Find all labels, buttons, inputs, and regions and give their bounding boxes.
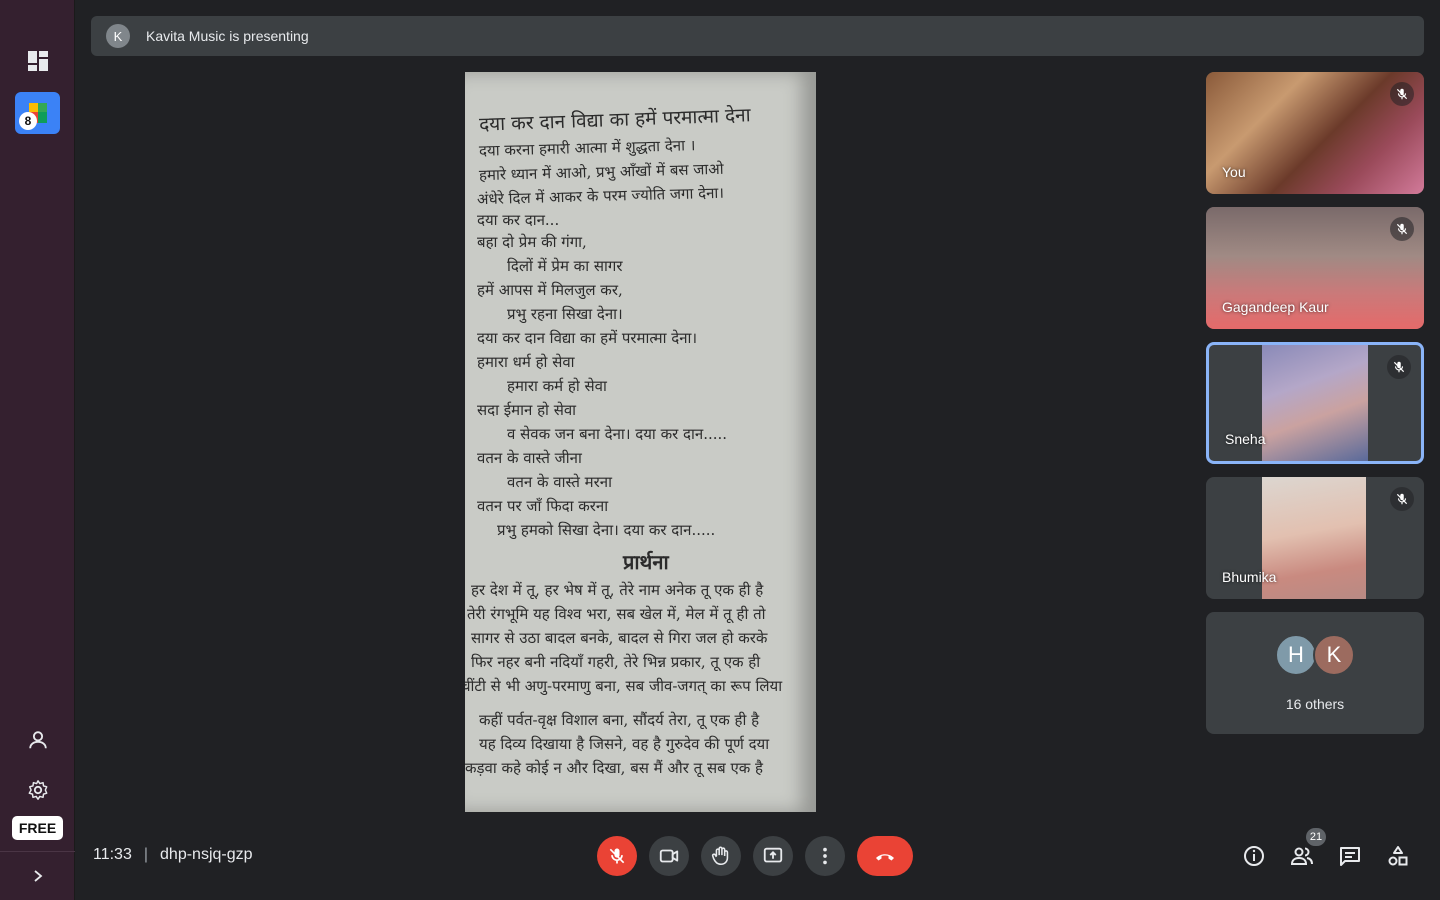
document-line: दया करना हमारी आत्मा में शुद्धता देना ।	[478, 136, 696, 160]
chat-button[interactable]	[1334, 840, 1366, 872]
document-line: यह दिव्य दिखाया है जिसने, वह है गुरुदेव …	[479, 735, 770, 753]
meeting-code[interactable]: dhp-nsjq-gzp	[160, 846, 253, 864]
document-line: बहा दो प्रेम की गंगा,	[477, 233, 587, 251]
present-screen-button[interactable]	[753, 836, 793, 876]
gear-icon[interactable]	[20, 772, 56, 808]
participant-name: You	[1222, 164, 1246, 180]
meeting-time: 11:33	[93, 846, 132, 863]
document-line: हमारा कर्म हो सेवा	[507, 377, 607, 395]
document-line: सागर से उठा बादल बनके, बादल से गिरा जल ह…	[471, 629, 768, 647]
presenting-banner: K Kavita Music is presenting	[91, 16, 1424, 56]
present-icon	[763, 847, 783, 863]
meeting-info: 11:33 | dhp-nsjq-gzp	[93, 846, 253, 864]
participant-video	[1262, 345, 1368, 461]
participant-tile-bhumika[interactable]: Bhumika	[1206, 477, 1424, 599]
document-line: हमारे ध्यान में आओ, प्रभु आँखों में बस ज…	[478, 159, 724, 185]
raise-hand-button[interactable]	[701, 836, 741, 876]
document-line: वतन पर जाँ फिदा करना	[477, 497, 609, 515]
document-line: दिलों में प्रेम का सागर	[507, 257, 623, 275]
document-line: वतन के वास्ते मरना	[507, 473, 612, 491]
document-line: तेरी रंगभूमि यह विश्व भरा, सब खेल में, म…	[467, 605, 766, 623]
participant-tile-sneha[interactable]: Sneha	[1206, 342, 1424, 464]
app-badge-count: 8	[19, 112, 37, 130]
document-title: दया कर दान विद्या का हमें परमात्मा देना	[478, 104, 751, 136]
meet-app-button[interactable]: 8	[15, 92, 60, 134]
mic-off-icon	[1390, 487, 1414, 511]
document-line: चींटी से भी अणु-परमाणु बना, सब जीव-जगत् …	[465, 677, 783, 695]
others-tile[interactable]: H K 16 others	[1206, 612, 1424, 734]
mic-off-icon	[1390, 82, 1414, 106]
people-button[interactable]: 21	[1286, 828, 1326, 872]
presenter-avatar: K	[106, 24, 130, 48]
participant-name: Sneha	[1225, 431, 1266, 447]
document-line: प्रभु रहना सिखा देना।	[507, 305, 623, 323]
document-heading: प्रार्थना	[623, 550, 669, 574]
participant-name: Gagandeep Kaur	[1222, 299, 1329, 315]
leave-call-button[interactable]	[857, 836, 913, 876]
camera-toggle-button[interactable]	[649, 836, 689, 876]
people-icon	[1290, 847, 1313, 865]
activities-button[interactable]	[1382, 840, 1414, 872]
meeting-separator: |	[143, 846, 149, 863]
chevron-right-icon[interactable]	[20, 858, 56, 894]
others-avatars: H K	[1206, 634, 1424, 676]
info-icon	[1244, 846, 1264, 866]
document-line: दया कर दान...	[477, 211, 560, 229]
dashboard-icon[interactable]	[20, 43, 56, 79]
shared-screen-document: दया कर दान विद्या का हमें परमात्मा देना …	[465, 72, 816, 812]
document-line: हमें आपस में मिलजुल कर,	[477, 281, 623, 299]
document-line: हर देश में तू, हर भेष में तू, तेरे नाम अ…	[471, 581, 764, 599]
meeting-details-button[interactable]	[1238, 840, 1270, 872]
document-line: फिर नहर बनी नदियाँ गहरी, तेरे भिन्न प्रक…	[471, 653, 761, 671]
chat-icon	[1340, 847, 1360, 866]
mic-off-icon	[609, 848, 625, 864]
participant-tile-you[interactable]: You	[1206, 72, 1424, 194]
extension-sidebar: 8 FREE	[0, 0, 75, 900]
document-line: कड़वा कहे कोई न और दिखा, बस मैं और तू सब…	[465, 759, 764, 777]
document-line: अंधेरे दिल में आकर के परम ज्योति जगा देन…	[476, 183, 725, 209]
document-line: कहीं पर्वत-वृक्ष विशाल बना, सौंदर्य तेरा…	[479, 711, 760, 729]
participant-name: Bhumika	[1222, 569, 1277, 585]
plan-badge[interactable]: FREE	[12, 816, 63, 840]
document-line: वतन के वास्ते जीना	[477, 449, 582, 467]
mic-off-icon	[1387, 355, 1411, 379]
document-line: हमारा धर्म हो सेवा	[477, 353, 575, 371]
presenting-text: Kavita Music is presenting	[146, 28, 309, 44]
document-line: प्रभु हमको सिखा देना। दया कर दान.....	[497, 521, 716, 539]
sidebar-divider	[0, 851, 75, 852]
participant-video	[1262, 477, 1366, 599]
avatar: K	[1313, 634, 1355, 676]
end-call-icon	[876, 854, 894, 861]
participant-tile-gagandeep-kaur[interactable]: Gagandeep Kaur	[1206, 207, 1424, 329]
document-line: सदा ईमान हो सेवा	[477, 401, 577, 419]
hand-icon	[711, 846, 729, 866]
mic-toggle-button[interactable]	[597, 836, 637, 876]
activities-icon	[1388, 846, 1408, 866]
others-label: 16 others	[1285, 696, 1345, 712]
camera-icon	[659, 849, 679, 863]
more-vert-icon	[823, 847, 827, 865]
user-icon[interactable]	[20, 722, 56, 758]
document-line: व सेवक जन बना देना। दया कर दान.....	[507, 425, 728, 443]
participant-count-badge: 21	[1306, 828, 1326, 846]
document-line: दया कर दान विद्या का हमें परमात्मा देना।	[477, 329, 698, 347]
more-options-button[interactable]	[805, 836, 845, 876]
avatar: H	[1275, 634, 1317, 676]
mic-off-icon	[1390, 217, 1414, 241]
